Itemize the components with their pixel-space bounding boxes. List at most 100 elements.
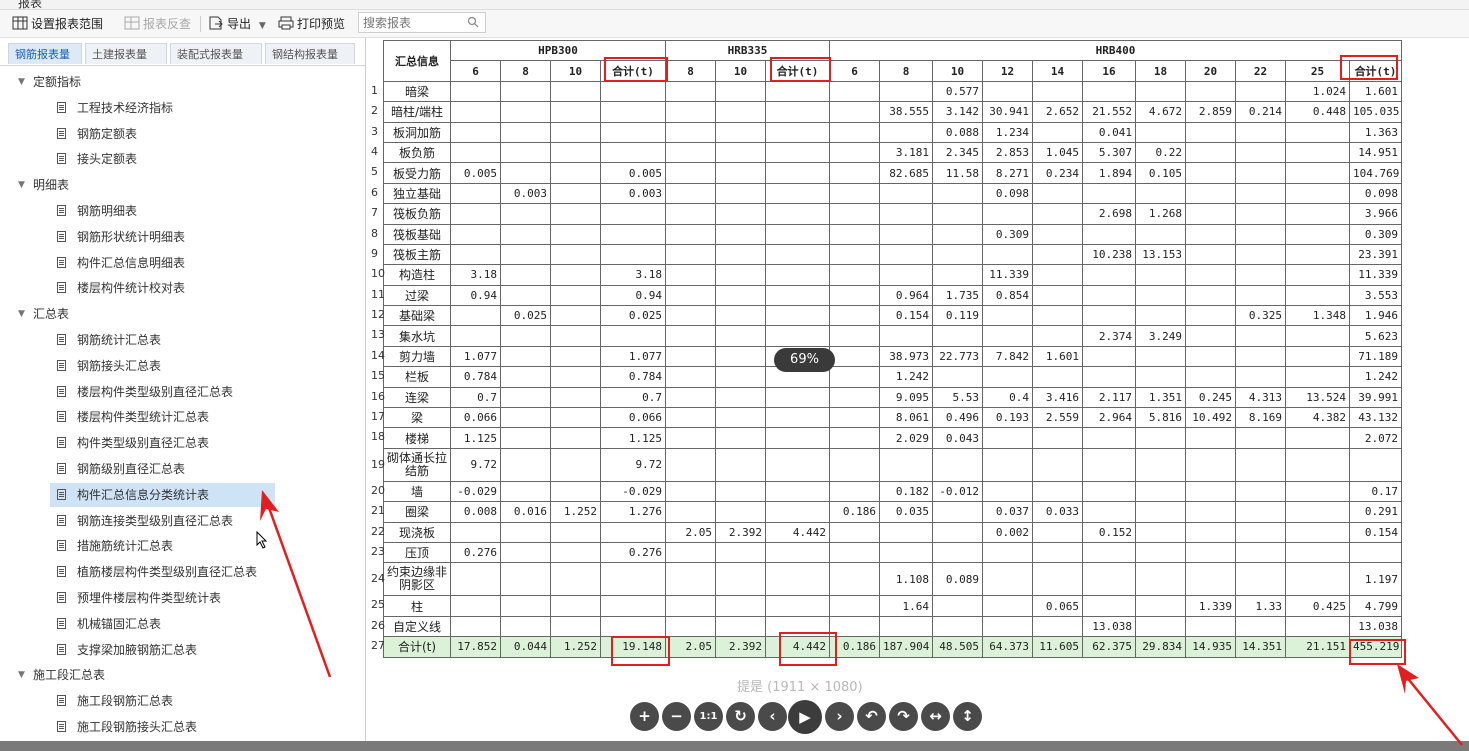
table-cell[interactable] <box>1032 80 1084 103</box>
table-cell[interactable] <box>715 447 766 482</box>
table-cell[interactable]: 1.252 <box>550 636 601 658</box>
table-cell[interactable] <box>829 203 881 225</box>
table-cell[interactable] <box>715 501 766 523</box>
table-cell[interactable] <box>550 141 601 164</box>
table-cell[interactable]: 1.077 <box>600 345 666 368</box>
table-cell[interactable]: 0.066 <box>450 407 501 429</box>
table-cell[interactable]: 0.005 <box>450 162 501 184</box>
table-cell[interactable]: 2.374 <box>1082 325 1137 347</box>
flip-horizontal-icon[interactable]: ↔ <box>921 702 950 731</box>
table-cell[interactable] <box>1185 447 1237 482</box>
table-cell[interactable] <box>1032 447 1084 482</box>
table-cell[interactable]: 0.193 <box>982 407 1034 429</box>
table-cell[interactable] <box>500 480 551 503</box>
table-cell[interactable]: 0.154 <box>879 305 934 327</box>
table-cell[interactable] <box>500 325 551 347</box>
table-cell[interactable] <box>665 121 716 143</box>
table-cell[interactable] <box>665 615 716 638</box>
set-range-button[interactable]: 设置报表范围 <box>12 14 103 34</box>
table-cell[interactable] <box>1285 541 1351 564</box>
play-icon[interactable]: ▶ <box>788 700 822 734</box>
table-cell[interactable] <box>550 121 601 143</box>
table-cell[interactable]: 8.169 <box>1235 407 1287 429</box>
table-cell[interactable] <box>1185 325 1237 347</box>
table-cell[interactable]: 0.425 <box>1285 595 1351 617</box>
table-cell[interactable] <box>550 203 601 225</box>
table-cell[interactable] <box>764 101 831 123</box>
table-cell[interactable]: 1.363 <box>1349 121 1402 143</box>
table-cell[interactable]: 0.964 <box>879 284 934 307</box>
table-cell[interactable]: 9.72 <box>450 447 501 482</box>
table-cell[interactable] <box>450 101 501 123</box>
table-cell[interactable]: 3.966 <box>1349 203 1402 225</box>
table-cell[interactable]: 13.038 <box>1082 615 1137 638</box>
table-cell[interactable] <box>1185 80 1237 103</box>
table-cell[interactable] <box>879 541 934 564</box>
table-cell[interactable] <box>1235 541 1287 564</box>
tree-item[interactable]: 预埋件楼层构件类型统计表 <box>50 586 275 610</box>
table-cell[interactable]: 0.005 <box>600 162 666 184</box>
next-icon[interactable]: › <box>825 702 854 731</box>
table-cell[interactable] <box>829 284 881 307</box>
table-cell[interactable]: 38.973 <box>879 345 934 368</box>
table-cell[interactable] <box>500 407 551 429</box>
table-cell[interactable]: 2.117 <box>1082 386 1137 409</box>
table-cell[interactable] <box>550 80 601 103</box>
table-cell[interactable] <box>500 562 551 597</box>
table-cell[interactable]: 0.088 <box>932 121 984 143</box>
table-cell[interactable]: 187.904 <box>879 636 934 658</box>
table-cell[interactable] <box>1082 501 1137 523</box>
table-cell[interactable] <box>1185 121 1237 143</box>
table-cell[interactable] <box>1032 121 1084 143</box>
table-cell[interactable] <box>982 615 1034 638</box>
table-cell[interactable] <box>1082 345 1137 368</box>
table-cell[interactable] <box>665 284 716 307</box>
table-cell[interactable]: 0.066 <box>600 407 666 429</box>
table-cell[interactable] <box>764 203 831 225</box>
tree-item-selected[interactable]: 构件汇总信息分类统计表 <box>50 482 275 507</box>
table-cell[interactable] <box>1082 541 1137 564</box>
table-cell[interactable] <box>879 121 934 143</box>
collapse-arrow-icon[interactable]: ▼ <box>18 663 25 687</box>
table-cell[interactable] <box>1285 562 1351 597</box>
table-cell[interactable] <box>829 386 881 409</box>
table-cell[interactable] <box>450 141 501 164</box>
table-cell[interactable]: 0.577 <box>932 80 984 103</box>
table-cell[interactable]: 0.234 <box>1032 162 1084 184</box>
table-cell[interactable] <box>1185 366 1237 388</box>
tree-item[interactable]: 钢筋形状统计明细表 <box>50 225 275 249</box>
tree-item[interactable]: 钢筋定额表 <box>50 122 275 146</box>
table-cell[interactable] <box>1082 447 1137 482</box>
table-cell[interactable] <box>829 615 881 638</box>
table-cell[interactable] <box>450 182 501 205</box>
table-cell[interactable]: 1.351 <box>1135 386 1187 409</box>
table-cell[interactable] <box>500 162 551 184</box>
table-cell[interactable]: 1.234 <box>982 121 1034 143</box>
table-cell[interactable] <box>829 541 881 564</box>
table-cell[interactable] <box>1135 615 1187 638</box>
table-cell[interactable] <box>1235 121 1287 143</box>
table-cell[interactable]: 0.7 <box>450 386 501 409</box>
table-cell[interactable] <box>932 501 984 523</box>
table-cell[interactable]: 1.348 <box>1285 305 1351 327</box>
table-cell[interactable] <box>1285 141 1351 164</box>
table-cell[interactable]: 82.685 <box>879 162 934 184</box>
table-cell[interactable]: 2.392 <box>715 521 766 543</box>
table-cell[interactable] <box>1235 284 1287 307</box>
table-cell[interactable]: 13.038 <box>1349 615 1402 638</box>
table-cell[interactable]: 1.276 <box>600 501 666 523</box>
table-cell[interactable] <box>1082 305 1137 327</box>
table-cell[interactable] <box>1285 264 1351 286</box>
table-cell[interactable] <box>450 121 501 143</box>
table-cell[interactable]: 4.382 <box>1285 407 1351 429</box>
table-cell[interactable]: 0.182 <box>879 480 934 503</box>
table-cell[interactable] <box>1235 562 1287 597</box>
table-cell[interactable] <box>1185 541 1237 564</box>
table-cell[interactable] <box>1235 447 1287 482</box>
table-cell[interactable] <box>500 345 551 368</box>
table-cell[interactable] <box>879 243 934 266</box>
table-cell[interactable] <box>665 325 716 347</box>
table-cell[interactable] <box>764 243 831 266</box>
table-cell[interactable] <box>715 121 766 143</box>
table-cell[interactable] <box>1235 521 1287 543</box>
